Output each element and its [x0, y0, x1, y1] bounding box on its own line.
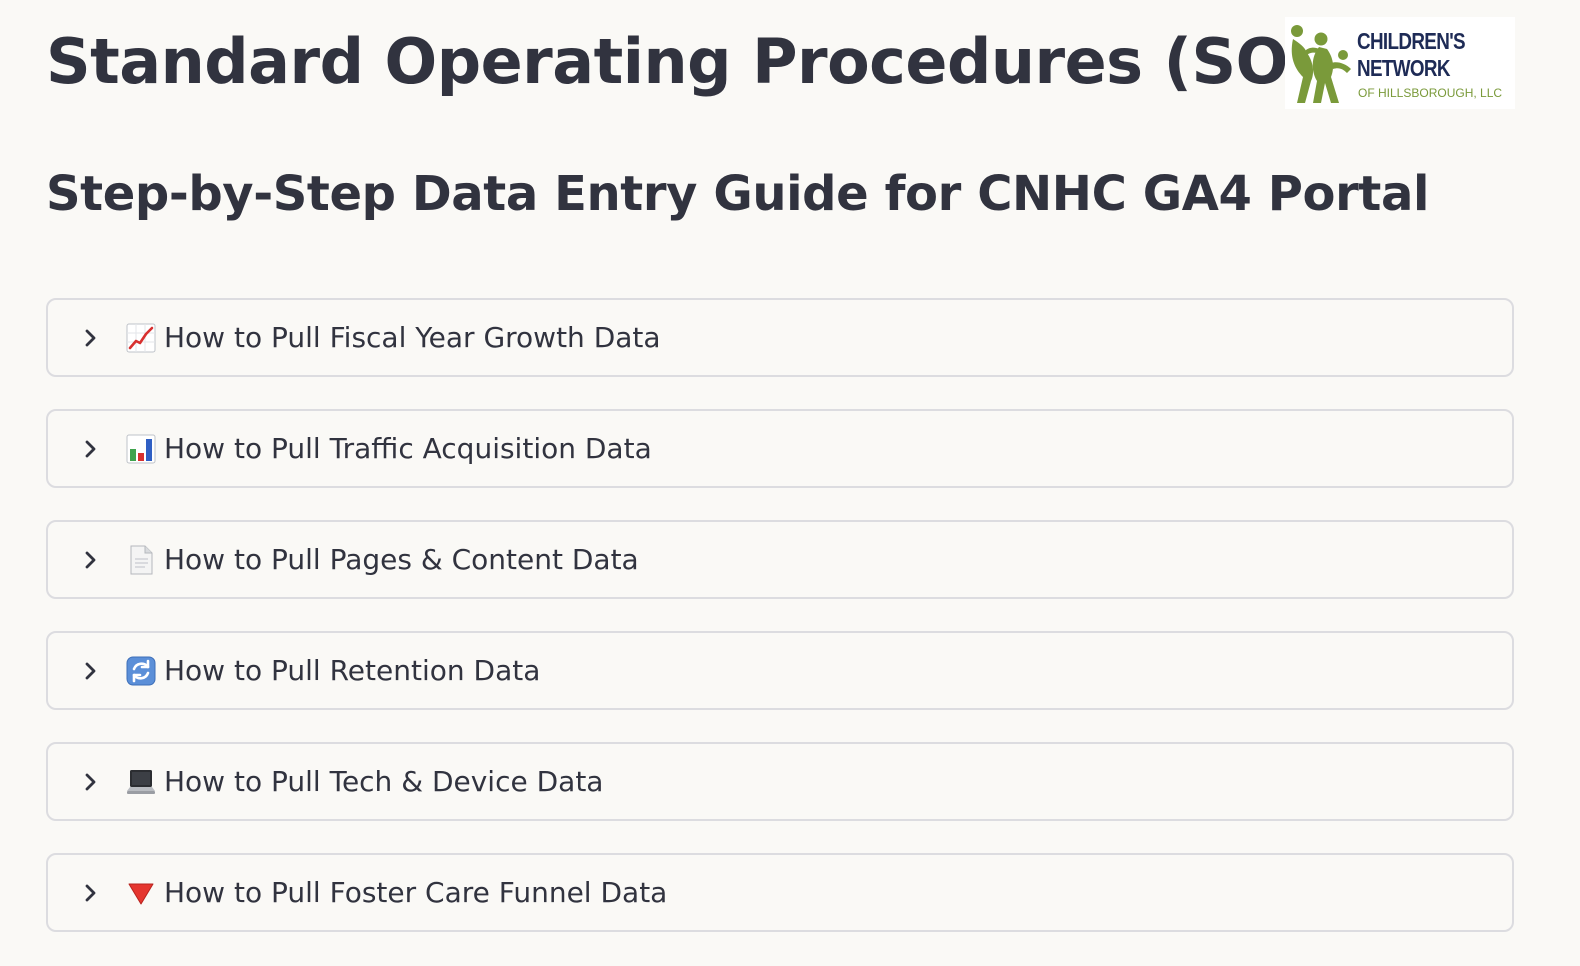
- expander-label: How to Pull Traffic Acquisition Data: [164, 432, 652, 465]
- childrens-network-logo: CHILDREN'S NETWORK OF HILLSBOROUGH, LLC: [1285, 17, 1515, 109]
- expander-label: How to Pull Retention Data: [164, 654, 541, 687]
- expander-label: How to Pull Tech & Device Data: [164, 765, 604, 798]
- page: Standard Operating Procedures (SOP) CHIL…: [0, 0, 1580, 966]
- bar-chart-icon: [126, 434, 156, 464]
- logo-line-1: CHILDREN'S: [1357, 28, 1466, 54]
- chevron-right-icon: [82, 438, 100, 460]
- chevron-right-icon: [82, 771, 100, 793]
- chevron-right-icon: [82, 327, 100, 349]
- page-subtitle: Step-by-Step Data Entry Guide for CNHC G…: [46, 166, 1429, 222]
- chevron-right-icon: [82, 882, 100, 904]
- counterclockwise-arrows-icon: [126, 656, 156, 686]
- expander-label: How to Pull Fiscal Year Growth Data: [164, 321, 661, 354]
- page-title: Standard Operating Procedures (SOP): [46, 25, 1361, 98]
- chevron-right-icon: [82, 660, 100, 682]
- page-icon: [126, 545, 156, 575]
- expander-tech-device[interactable]: How to Pull Tech & Device Data: [46, 742, 1514, 821]
- red-triangle-down-icon: [126, 878, 156, 908]
- chart-increasing-icon: [126, 323, 156, 353]
- expander-foster-care-funnel[interactable]: How to Pull Foster Care Funnel Data: [46, 853, 1514, 932]
- expander-fiscal-year-growth[interactable]: How to Pull Fiscal Year Growth Data: [46, 298, 1514, 377]
- logo-line-3: OF HILLSBOROUGH, LLC: [1358, 86, 1503, 100]
- expander-label: How to Pull Pages & Content Data: [164, 543, 639, 576]
- expander-label: How to Pull Foster Care Funnel Data: [164, 876, 668, 909]
- expander-pages-content[interactable]: How to Pull Pages & Content Data: [46, 520, 1514, 599]
- expander-retention[interactable]: How to Pull Retention Data: [46, 631, 1514, 710]
- expander-traffic-acquisition[interactable]: How to Pull Traffic Acquisition Data: [46, 409, 1514, 488]
- logo-wordmark: CHILDREN'S NETWORK OF HILLSBOROUGH, LLC: [1357, 17, 1515, 109]
- family-figures-icon: [1291, 25, 1351, 103]
- expander-list: How to Pull Fiscal Year Growth Data How …: [46, 298, 1514, 964]
- logo-line-2: NETWORK: [1357, 55, 1450, 81]
- chevron-right-icon: [82, 549, 100, 571]
- laptop-icon: [126, 767, 156, 797]
